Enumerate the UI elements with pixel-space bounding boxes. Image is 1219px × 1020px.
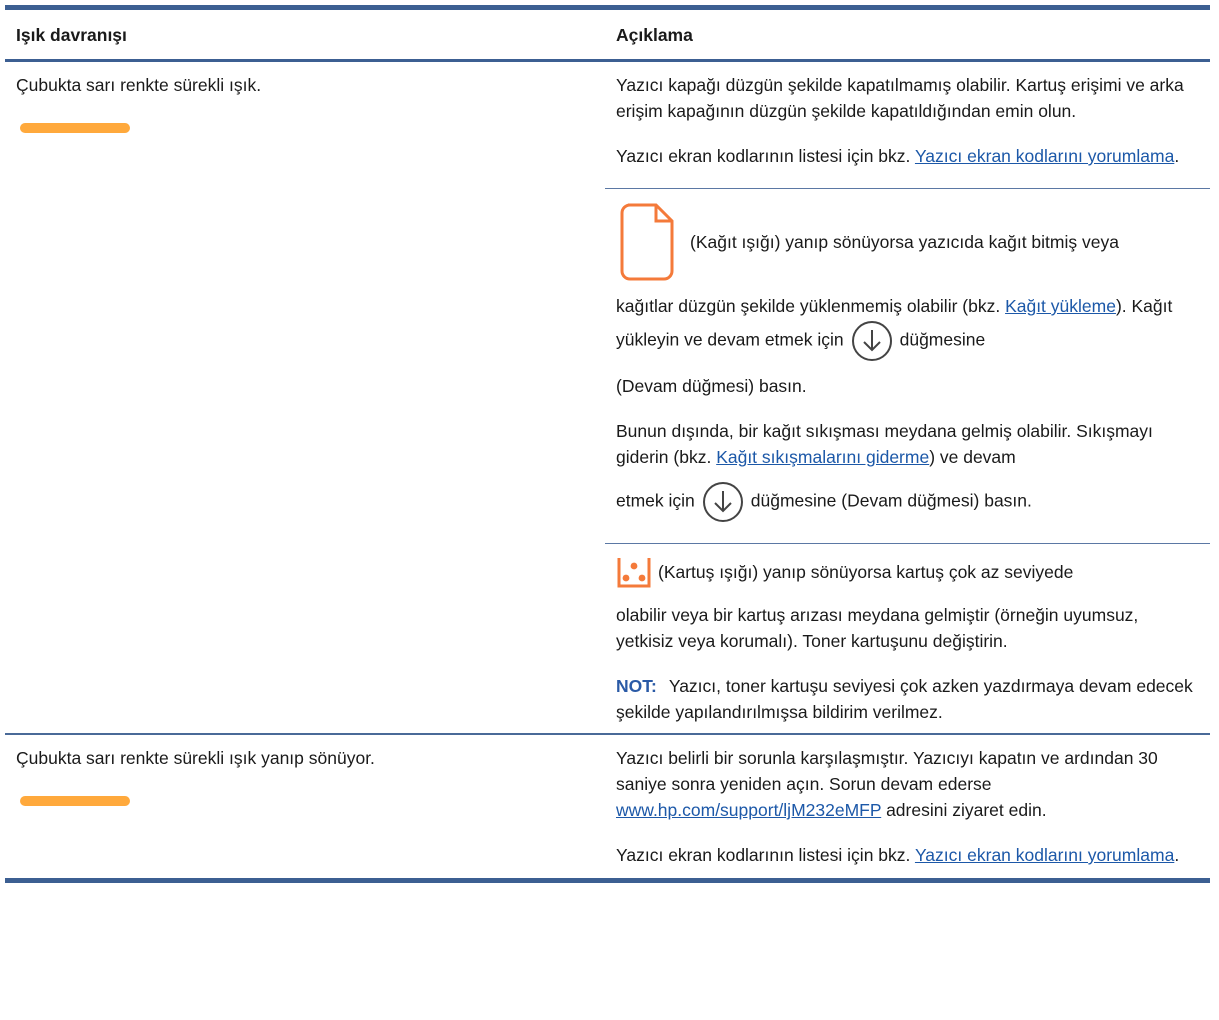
header-light-behavior: Işık davranışı — [16, 24, 127, 45]
paper-load-link[interactable]: Kağıt yükleme — [1005, 296, 1116, 316]
support-link[interactable]: www.hp.com/support/ljM232eMFP — [616, 800, 881, 820]
cartridge-light-cell: (Kartuş ışığı) yanıp sönüyorsa kartuş ço… — [605, 544, 1210, 725]
display-codes-link[interactable]: Yazıcı ekran kodlarını yorumlama — [915, 146, 1174, 166]
table-row: Çubukta sarı renkte sürekli ışık. Yazıcı… — [5, 62, 1210, 733]
table-row: Çubukta sarı renkte sürekli ışık yanıp s… — [5, 735, 1210, 878]
paper-light-text: (Kağıt ışığı) yanıp sönüyorsa yazıcıda k… — [690, 232, 1119, 252]
paper-load-text: kağıtlar düzgün şekilde yüklenmemiş olab… — [616, 293, 1198, 363]
light-behavior-text: Çubukta sarı renkte sürekli ışık yanıp s… — [16, 748, 375, 768]
cartridge-light-text: (Kartuş ışığı) yanıp sönüyorsa kartuş ço… — [658, 562, 1074, 582]
cartridge-description: olabilir veya bir kartuş arızası meydana… — [616, 605, 1139, 651]
paper-light-cell: (Kağıt ışığı) yanıp sönüyorsa yazıcıda k… — [605, 189, 1210, 524]
light-behavior-text: Çubukta sarı renkte sürekli ışık. — [16, 75, 262, 95]
amber-light-bar-icon — [20, 123, 130, 133]
note-text: Yazıcı, toner kartuşu seviyesi çok azken… — [616, 676, 1193, 722]
note-label: NOT: — [616, 676, 657, 696]
resume-button-text: (Devam düğmesi) basın. — [616, 376, 807, 396]
display-codes-reference: Yazıcı ekran kodlarının listesi için bkz… — [616, 845, 1180, 865]
header-description: Açıklama — [616, 24, 693, 45]
resume-button-icon — [851, 321, 892, 361]
paper-jam-resume-text: etmek için düğmesine (Devam düğmesi) bası… — [616, 480, 1198, 524]
table-header: Işık davranışı Açıklama — [5, 10, 1210, 59]
error-description: Yazıcı belirli bir sorunla karşılaşmıştı… — [616, 748, 1158, 820]
cartridge-light-icon — [617, 558, 651, 588]
cover-description: Yazıcı kapağı düzgün şekilde kapatılmamı… — [616, 75, 1184, 121]
clear-jams-link[interactable]: Kağıt sıkışmalarını giderme — [716, 447, 929, 467]
description-cell: Yazıcı belirli bir sorunla karşılaşmıştı… — [605, 735, 1210, 868]
amber-light-bar-icon — [20, 796, 130, 806]
display-codes-link[interactable]: Yazıcı ekran kodlarını yorumlama — [915, 845, 1174, 865]
display-codes-reference: Yazıcı ekran kodlarının listesi için bkz… — [616, 146, 1180, 166]
resume-button-icon — [702, 482, 743, 522]
paper-jam-text: Bunun dışında, bir kağıt sıkışması meyda… — [616, 421, 1153, 467]
light-behavior-table: Işık davranışı Açıklama Çubukta sarı ren… — [5, 5, 1210, 883]
table-bottom-rule — [5, 878, 1210, 883]
note: NOT: Yazıcı, toner kartuşu seviyesi çok a… — [616, 673, 1198, 725]
description-cell: Yazıcı kapağı düzgün şekilde kapatılmamı… — [605, 62, 1210, 169]
paper-light-icon — [620, 203, 674, 281]
